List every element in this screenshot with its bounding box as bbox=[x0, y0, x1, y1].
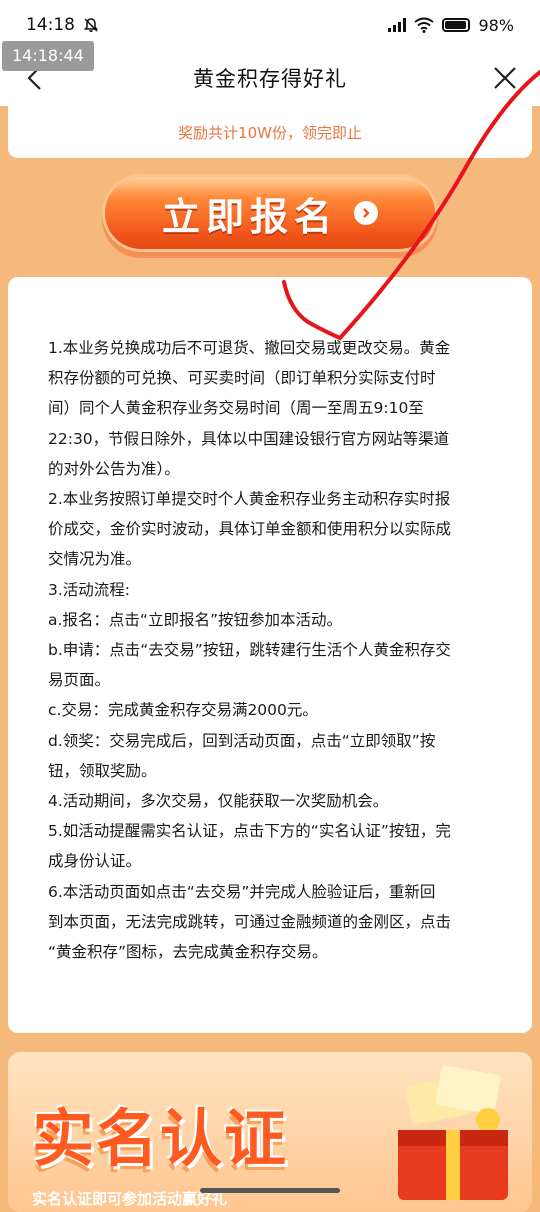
rules-line: c.交易：完成黄金积存交易满2000元。 bbox=[48, 701, 318, 720]
rules-line: “黄金积存”图标，去完成黄金积存交易。 bbox=[48, 943, 328, 962]
battery-icon bbox=[442, 18, 471, 32]
rules-line: 易页面。 bbox=[48, 671, 111, 690]
rules-line: 到本页面，无法完成跳转，可通过金融频道的金刚区，点击 bbox=[48, 912, 452, 931]
signal-icon bbox=[388, 18, 407, 32]
signup-button[interactable]: 立即报名 bbox=[102, 174, 438, 252]
rules-card: 1.本业务兑换成功后不可退货、撤回交易或更改交易。黄金 积存份额的可兑换、可买卖… bbox=[8, 277, 532, 1033]
page-title: 黄金积存得好礼 bbox=[193, 67, 347, 91]
rules-line: d.领奖：交易完成后，回到活动页面，点击“立即领取”按 bbox=[48, 731, 436, 750]
status-right: 98% bbox=[388, 16, 514, 35]
wifi-icon bbox=[414, 17, 435, 33]
rules-text: 1.本业务兑换成功后不可退货、撤回交易或更改交易。黄金 积存份额的可兑换、可买卖… bbox=[48, 333, 492, 967]
rules-line: 2.本业务按照订单提交时个人黄金积存业务主动积存实时报 bbox=[48, 490, 451, 509]
arrow-right-circle-icon bbox=[354, 201, 378, 225]
rules-line: 5.如活动提醒需实名认证，点击下方的“实名认证”按钮，完 bbox=[48, 822, 451, 841]
rules-line: 积存份额的可兑换、可买卖时间（即订单积分实际支付时 bbox=[48, 369, 436, 388]
rules-line: 的对外公告为准）。 bbox=[48, 459, 180, 478]
banner-subtitle: 实名认证即可参加活动赢好礼 bbox=[32, 1190, 228, 1208]
reward-note-text: 奖励共计10W份，领完即止 bbox=[178, 123, 362, 142]
gift-box-icon bbox=[398, 1065, 508, 1200]
rules-line: 交情况为准。 bbox=[48, 550, 142, 569]
rules-line: 22:30，节假日除外，具体以中国建设银行官方网站等渠道 bbox=[48, 429, 450, 448]
timestamp-badge: 14:18:44 bbox=[2, 41, 94, 71]
rules-line: 1.本业务兑换成功后不可退货、撤回交易或更改交易。黄金 bbox=[48, 339, 451, 357]
status-left: 14:18 bbox=[26, 15, 99, 35]
battery-level: 98% bbox=[478, 15, 514, 35]
status-time: 14:18 bbox=[26, 15, 75, 35]
rules-line: 成身份认证。 bbox=[48, 852, 142, 871]
rules-line: 间）同个人黄金积存业务交易时间（周一至周五9:10至 bbox=[48, 399, 424, 418]
home-indicator bbox=[200, 1188, 340, 1193]
rules-line: 钮，领取奖励。 bbox=[48, 761, 157, 780]
banner-title: 实名认证 bbox=[32, 1102, 289, 1175]
rules-line: 4.活动期间，多次交易，仅能获取一次奖励机会。 bbox=[48, 792, 389, 811]
signup-button-label: 立即报名 bbox=[161, 194, 338, 239]
bell-off-icon bbox=[84, 18, 98, 32]
rules-line: 6.本活动页面如点击“去交易”并完成人脸验证后，重新回 bbox=[48, 882, 436, 901]
reward-note-card: 奖励共计10W份，领完即止 bbox=[8, 106, 532, 158]
close-icon[interactable] bbox=[492, 65, 518, 91]
rules-line: 3.活动流程: bbox=[48, 580, 131, 599]
rules-line: b.申请：点击“去交易”按钮，跳转建行生活个人黄金积存交 bbox=[48, 641, 451, 660]
rules-line: 价成交，金价实时波动，具体订单金额和使用积分以实际成 bbox=[48, 520, 452, 539]
rules-line: a.报名：点击“立即报名”按钮参加本活动。 bbox=[48, 610, 342, 629]
